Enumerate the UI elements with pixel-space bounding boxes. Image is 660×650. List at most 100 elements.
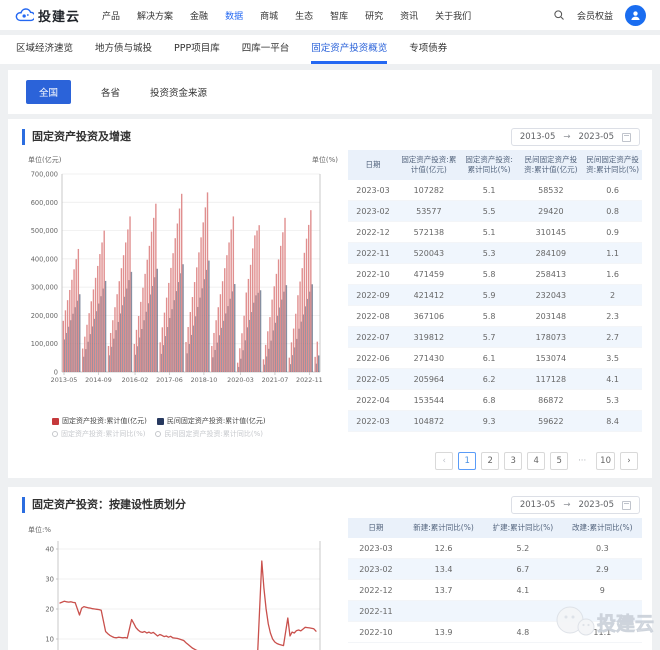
- date-end: 2023-05: [578, 500, 614, 510]
- svg-text:200,000: 200,000: [31, 312, 58, 320]
- subnav-tab-固定资产投资概览[interactable]: 固定资产投资概览: [311, 40, 388, 64]
- filter-button-投资资金来源[interactable]: 投资资金来源: [150, 85, 207, 99]
- circle-marker: [155, 431, 162, 437]
- nav-item-生态[interactable]: 生态: [295, 9, 313, 22]
- column-header: 改建:累计同比(%): [562, 518, 642, 539]
- table-cell: 471459: [413, 269, 445, 279]
- table-cell: 86872: [538, 395, 564, 405]
- svg-text:2017-06: 2017-06: [156, 376, 183, 384]
- svg-text:单位:%: 单位:%: [28, 525, 51, 534]
- table-cell: 153544: [413, 395, 445, 405]
- nav-item-解决方案[interactable]: 解决方案: [137, 9, 173, 22]
- construction-table: 日期 新建:累计同比(%) 扩建:累计同比(%) 改建:累计同比(%) 2023-03…: [348, 518, 642, 643]
- table-cell: 5.5: [482, 206, 496, 216]
- construction-table-wrap: 日期 新建:累计同比(%) 扩建:累计同比(%) 改建:累计同比(%) 2023-03…: [346, 516, 652, 643]
- nav-item-金融[interactable]: 金融: [190, 9, 208, 22]
- member-benefits-link[interactable]: 会员权益: [577, 9, 613, 22]
- column-header: 新建:累计同比(%): [403, 518, 484, 539]
- column-header: 日期: [348, 518, 404, 539]
- svg-text:600,000: 600,000: [31, 199, 58, 207]
- svg-text:2013-05: 2013-05: [51, 376, 78, 384]
- page-button-1[interactable]: 1: [458, 452, 477, 470]
- table-cell: 117128: [535, 374, 567, 384]
- table-cell: 203148: [535, 311, 567, 321]
- table-cell: 6.1: [482, 353, 496, 363]
- legend-item-固定资产投资:累计值(亿元)[interactable]: 固定资产投资:累计值(亿元): [52, 416, 147, 426]
- nav-item-智库[interactable]: 智库: [330, 9, 348, 22]
- table-cell: 2.7: [606, 332, 619, 342]
- svg-text:2022-11: 2022-11: [296, 376, 323, 384]
- svg-text:500,000: 500,000: [31, 227, 58, 235]
- table-cell: 2022-11: [359, 606, 393, 616]
- column-header: 日期: [348, 150, 398, 181]
- nav-item-资讯[interactable]: 资讯: [400, 9, 418, 22]
- page-button-···: ···: [573, 452, 592, 470]
- column-header: 固定资产投资:累计值(亿元): [397, 150, 460, 181]
- table-cell: 5.8: [482, 269, 496, 279]
- nav-item-产品[interactable]: 产品: [102, 9, 120, 22]
- table-cell: 0.9: [606, 227, 619, 237]
- table-cell: 0.6: [606, 185, 619, 195]
- page-button-10[interactable]: 10: [596, 452, 615, 470]
- date-separator: →: [563, 132, 571, 142]
- subnav-tab-区域经济速览[interactable]: 区域经济速览: [16, 40, 73, 64]
- table-row: 2023-02 53577 5.5 29420 0.8: [348, 200, 642, 222]
- subnav-tab-PPP项目库[interactable]: PPP项目库: [174, 40, 220, 64]
- svg-text:10: 10: [45, 636, 54, 644]
- subnav-tab-地方债与城投[interactable]: 地方债与城投: [95, 40, 152, 64]
- legend-item-民间固定资产投资:累计值(亿元)[interactable]: 民间固定资产投资:累计值(亿元): [156, 416, 266, 426]
- table-cell: 2023-02: [359, 564, 393, 574]
- svg-text:700,000: 700,000: [31, 171, 58, 179]
- filter-button-全国[interactable]: 全国: [26, 80, 72, 104]
- avatar[interactable]: [625, 4, 646, 26]
- legend-item-固定资产投资:累计同比(%)[interactable]: 固定资产投资:累计同比(%): [52, 429, 145, 439]
- table-row: 2022-06 271430 6.1 153074 3.5: [348, 348, 642, 369]
- page-button-2[interactable]: 2: [481, 452, 500, 470]
- table-cell: 319812: [413, 332, 445, 342]
- page-prev-button[interactable]: ‹: [435, 452, 454, 470]
- page-button-3[interactable]: 3: [504, 452, 523, 470]
- table-cell: 5.2: [516, 543, 530, 553]
- table-cell: 520043: [413, 248, 445, 258]
- svg-text:2018-10: 2018-10: [191, 376, 218, 384]
- legend-label: 民间固定资产投资:累计同比(%): [164, 430, 263, 438]
- table-cell: 2023-02: [356, 206, 390, 216]
- column-header: 扩建:累计同比(%): [483, 518, 563, 539]
- column-header: 民间固定资产投资:累计同比(%): [583, 150, 642, 181]
- filter-button-各省[interactable]: 各省: [101, 85, 120, 99]
- section1-date-range-picker[interactable]: 2013-05 → 2023-05: [510, 128, 640, 146]
- logo[interactable]: 投建云: [14, 5, 80, 25]
- subnav-tab-四库一平台[interactable]: 四库一平台: [242, 40, 290, 64]
- nav-item-研究[interactable]: 研究: [365, 9, 383, 22]
- table-cell: 4.8: [516, 627, 530, 637]
- nav-item-商城[interactable]: 商城: [260, 9, 278, 22]
- table-cell: 2022-11: [356, 248, 390, 258]
- table-row: 2022-12 13.7 4.1 9: [348, 580, 642, 601]
- table-cell: 58532: [538, 185, 564, 195]
- column-header: 民间固定资产投资:累计值(亿元): [518, 150, 584, 181]
- table-cell: 9: [599, 585, 605, 595]
- subnav-tab-专项债券[interactable]: 专项债券: [409, 40, 447, 64]
- page-button-4[interactable]: 4: [527, 452, 546, 470]
- table-cell: 5.9: [482, 290, 496, 300]
- section2-date-range-picker[interactable]: 2013-05 → 2023-05: [510, 496, 640, 514]
- logo-text: 投建云: [38, 9, 81, 25]
- table-cell: 5.7: [482, 332, 496, 342]
- table-row: 2022-11: [348, 600, 642, 622]
- calendar-icon: [622, 132, 631, 142]
- search-icon[interactable]: [553, 9, 565, 21]
- table-cell: [483, 601, 562, 622]
- table-cell: 0.8: [606, 206, 619, 216]
- nav-item-关于我们[interactable]: 关于我们: [435, 9, 471, 22]
- nav-item-数据[interactable]: 数据: [225, 9, 243, 22]
- svg-text:30: 30: [45, 576, 54, 584]
- table-cell: 8.4: [606, 416, 619, 426]
- line-chart-svg: 单位:% 40 30 20 10: [28, 525, 321, 650]
- page-button-5[interactable]: 5: [550, 452, 569, 470]
- legend-item-民间固定资产投资:累计同比(%)[interactable]: 民间固定资产投资:累计同比(%): [155, 429, 263, 439]
- table-cell: 258413: [535, 269, 567, 279]
- table-row: 2022-03 104872 9.3 59622 8.4: [348, 410, 642, 432]
- page-next-button[interactable]: ›: [620, 452, 638, 470]
- table-cell: 4.1: [606, 374, 619, 384]
- table-cell: 2022-06: [356, 353, 390, 363]
